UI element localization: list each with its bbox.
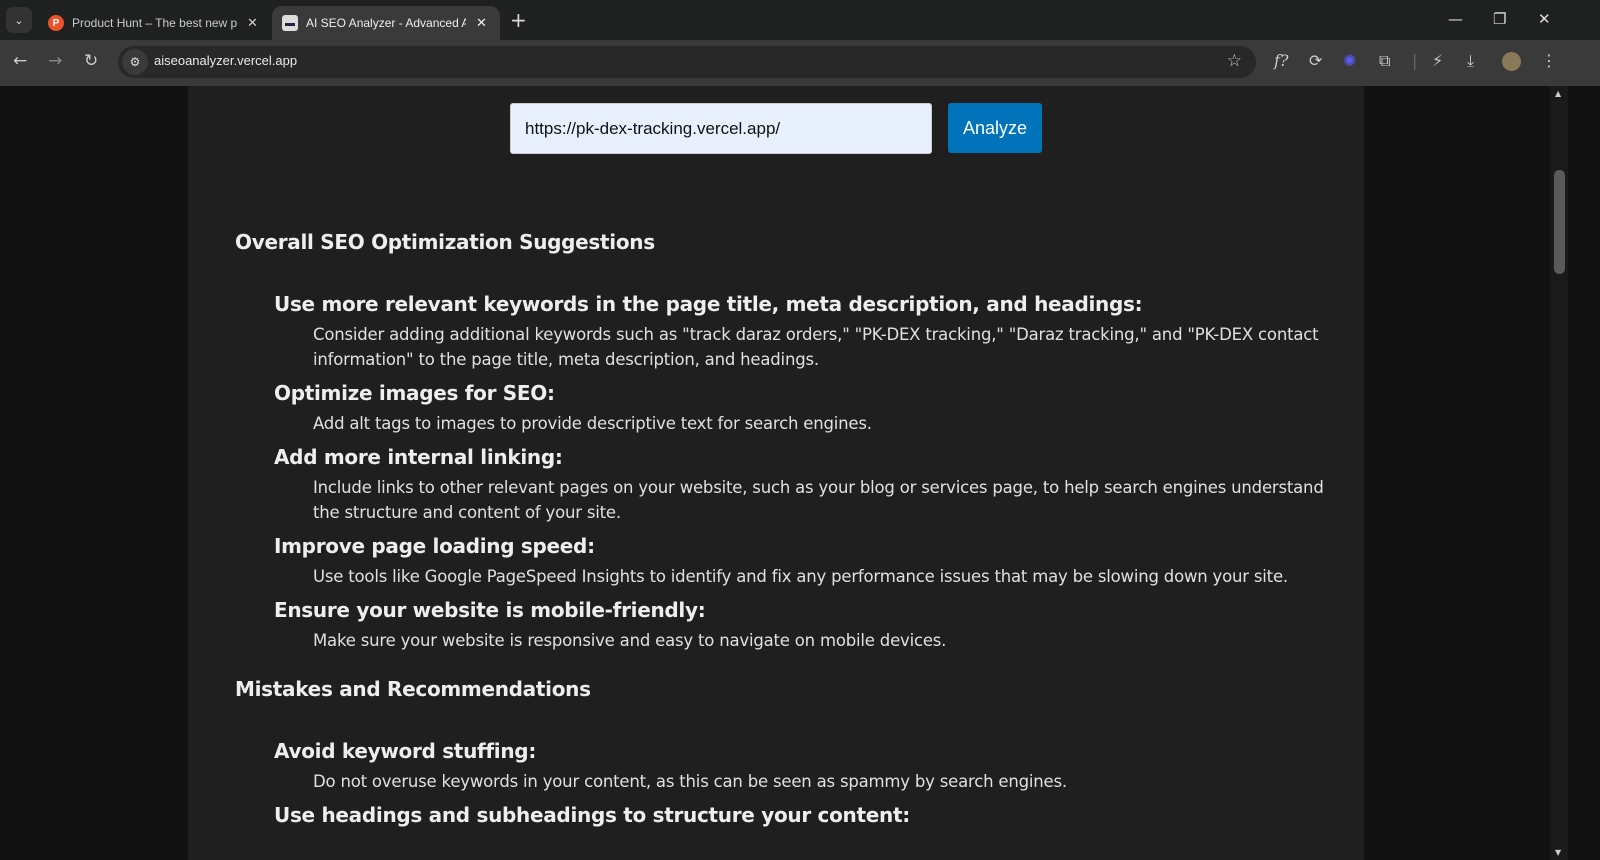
scroll-down-arrow-icon[interactable]: ▼ <box>1555 848 1561 857</box>
forward-icon[interactable]: → <box>48 51 62 71</box>
tab-title: Product Hunt – The best new products <box>72 16 237 30</box>
sync-extension-icon[interactable]: ⟳ <box>1309 51 1322 70</box>
analyze-button[interactable]: Analyze <box>948 103 1042 153</box>
close-tab-icon[interactable]: ✕ <box>247 15 258 31</box>
page-scrollbar[interactable]: ▲ ▼ <box>1550 86 1568 860</box>
url-input[interactable]: https://pk-dex-tracking.vercel.app/ <box>510 103 932 154</box>
scroll-up-arrow-icon[interactable]: ▲ <box>1555 89 1561 98</box>
new-tab-button[interactable]: + <box>510 8 527 32</box>
minimize-button[interactable]: — <box>1448 10 1463 28</box>
suggestion-text: Include links to other relevant pages on… <box>313 478 1324 522</box>
extensions-puzzle-icon[interactable]: ⧉ <box>1379 51 1390 71</box>
tab-ai-seo-analyzer[interactable]: ▬ AI SEO Analyzer - Advanced AI SEO ✕ <box>272 6 500 40</box>
suggestion-heading: Improve page loading speed: <box>274 534 595 558</box>
suggestion-heading: Ensure your website is mobile-friendly: <box>274 598 706 622</box>
toolbar-divider: | <box>1412 51 1418 70</box>
font-extension-icon[interactable]: f? <box>1274 51 1289 70</box>
sun-extension-icon[interactable]: ✺ <box>1343 51 1356 70</box>
bookmark-star-icon[interactable]: ☆ <box>1227 51 1242 71</box>
suggestion-heading: Optimize images for SEO: <box>274 381 555 405</box>
section-title: Mistakes and Recommendations <box>235 677 591 701</box>
tab-title: AI SEO Analyzer - Advanced AI SEO <box>306 16 466 30</box>
close-window-button[interactable]: ✕ <box>1538 10 1551 28</box>
close-tab-icon[interactable]: ✕ <box>476 15 487 31</box>
recommendation-text: Do not overuse keywords in your content,… <box>313 772 1067 791</box>
reload-icon[interactable]: ↻ <box>84 51 98 71</box>
suggestion-heading: Use more relevant keywords in the page t… <box>274 292 1143 316</box>
suggestion-text: Use tools like Google PageSpeed Insights… <box>313 567 1288 586</box>
suggestion-heading: Add more internal linking: <box>274 445 563 469</box>
recommendation-heading: Avoid keyword stuffing: <box>274 739 537 763</box>
site-settings-icon[interactable]: ⚙ <box>122 49 148 75</box>
page-content: https://pk-dex-tracking.vercel.app/ Anal… <box>188 86 1364 860</box>
address-url[interactable]: aiseoanalyzer.vercel.app <box>154 53 297 68</box>
suggestion-text: Consider adding additional keywords such… <box>313 325 1319 369</box>
scrollbar-thumb[interactable] <box>1554 170 1565 274</box>
section-title: Overall SEO Optimization Suggestions <box>235 230 655 254</box>
robot-favicon-icon: ▬ <box>282 15 298 31</box>
tab-bar: ⌄ P Product Hunt – The best new products… <box>0 0 1600 40</box>
back-icon[interactable]: ← <box>13 51 27 71</box>
menu-kebab-icon[interactable]: ⋮ <box>1541 51 1557 70</box>
tab-product-hunt[interactable]: P Product Hunt – The best new products ✕ <box>38 6 268 40</box>
product-hunt-favicon-icon: P <box>48 15 64 31</box>
address-bar[interactable]: ⚙ aiseoanalyzer.vercel.app ☆ <box>118 46 1256 78</box>
recommendation-heading: Use headings and subheadings to structur… <box>274 803 910 827</box>
profile-avatar[interactable] <box>1502 52 1521 71</box>
download-icon[interactable]: ⤓ <box>1467 51 1474 71</box>
restore-button[interactable]: ❐ <box>1493 10 1506 28</box>
leaf-extension-icon[interactable]: ⚡ <box>1432 51 1443 70</box>
suggestion-text: Make sure your website is responsive and… <box>313 631 947 650</box>
suggestion-text: Add alt tags to images to provide descri… <box>313 414 872 433</box>
tab-search-button[interactable]: ⌄ <box>6 7 32 33</box>
